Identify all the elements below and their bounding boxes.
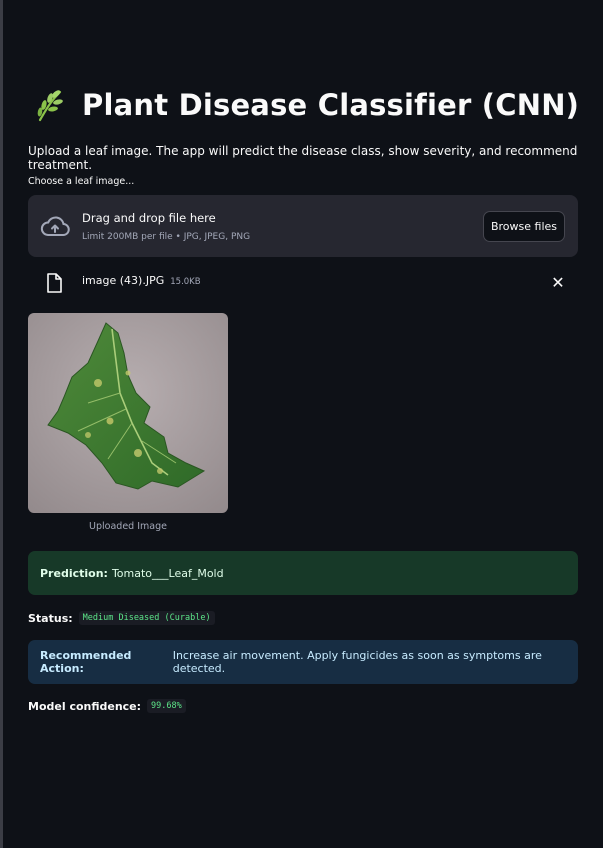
- file-icon: [47, 273, 62, 293]
- window-edge: [0, 0, 3, 848]
- page-title: Plant Disease Classifier (CNN): [82, 88, 580, 122]
- file-size: 15.0KB: [170, 277, 201, 287]
- recommendation-value: Increase air movement. Apply fungicides …: [172, 649, 542, 675]
- uploader-label: Choose a leaf image...: [28, 176, 135, 187]
- recommendation-label: Recommended Action:: [40, 649, 132, 675]
- page-header: Plant Disease Classifier (CNN): [34, 88, 579, 122]
- status-value: Medium Diseased (Curable): [78, 611, 215, 625]
- confidence-line: Model confidence: 99.68%: [28, 699, 186, 713]
- file-dropzone[interactable]: Drag and drop file here Limit 200MB per …: [28, 195, 578, 257]
- confidence-value: 99.68%: [147, 699, 186, 713]
- cloud-upload-icon: [40, 216, 70, 236]
- prediction-alert: Prediction: Tomato___Leaf_Mold: [28, 551, 578, 595]
- prediction-value: Tomato___Leaf_Mold: [111, 566, 224, 580]
- confidence-label: Model confidence:: [28, 699, 142, 713]
- remove-file-button[interactable]: ✕: [548, 272, 568, 292]
- file-name-text: image (43).JPG: [82, 274, 165, 287]
- prediction-label: Prediction:: [40, 566, 108, 580]
- image-caption: Uploaded Image: [89, 521, 167, 532]
- status-line: Status: Medium Diseased (Curable): [28, 611, 215, 625]
- page-description: Upload a leaf image. The app will predic…: [28, 144, 578, 172]
- dropzone-instructions: Drag and drop file here: [82, 211, 216, 225]
- herb-icon: [37, 90, 63, 122]
- app-container: Plant Disease Classifier (CNN) Upload a …: [0, 0, 603, 848]
- dropzone-limit: Limit 200MB per file • JPG, JPEG, PNG: [82, 232, 251, 242]
- uploaded-file-item: image (43).JPG 15.0KB ✕: [28, 268, 578, 296]
- uploaded-leaf-image: [28, 313, 228, 513]
- browse-files-button[interactable]: Browse files: [483, 211, 565, 242]
- leaf-photo: [28, 313, 228, 513]
- status-label: Status:: [28, 611, 73, 625]
- recommendation-alert: Recommended Action: Increase air movemen…: [28, 640, 578, 684]
- file-name: image (43).JPG 15.0KB: [82, 274, 201, 287]
